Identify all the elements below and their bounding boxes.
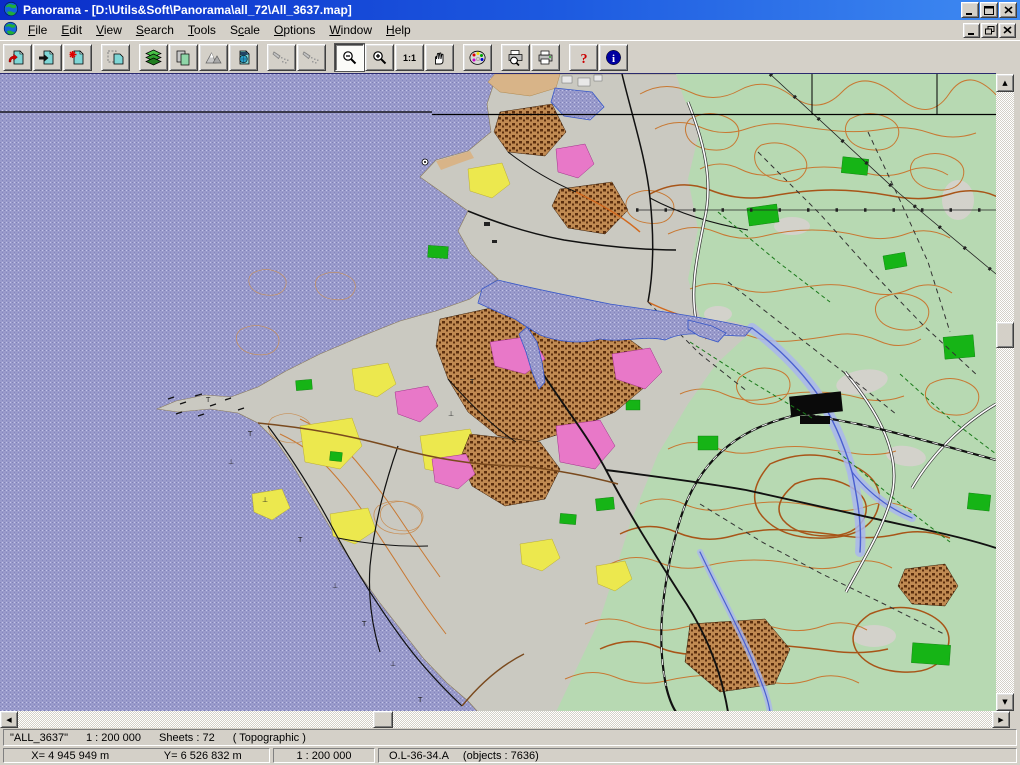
print-preview-button[interactable] <box>501 44 530 71</box>
scroll-down-button[interactable]: ▼ <box>996 693 1014 711</box>
highlight-object-button <box>267 44 296 71</box>
mdi-globe-icon[interactable] <box>3 21 18 39</box>
mdi-restore-button[interactable] <box>981 23 998 38</box>
scroll-up-button[interactable]: ▲ <box>996 74 1014 92</box>
menu-options[interactable]: Options <box>267 21 322 40</box>
toolbar-separator <box>131 45 139 70</box>
svg-text:⊥: ⊥ <box>228 458 234 466</box>
svg-text:⊥: ⊥ <box>332 582 338 590</box>
toolbar-separator <box>259 45 267 70</box>
layers-button[interactable] <box>139 44 168 71</box>
zoom-out-button[interactable] <box>335 44 364 71</box>
svg-text:⊥: ⊥ <box>390 660 396 668</box>
svg-text:T: T <box>417 696 423 704</box>
panorama-app: { "window": { "title": "Panorama - [D:\\… <box>0 0 1020 765</box>
menu-search[interactable]: Search <box>129 21 181 40</box>
pan-button[interactable] <box>425 44 454 71</box>
mdi-minimize-button[interactable] <box>963 23 980 38</box>
toolbar: 1:1? i <box>0 40 1020 73</box>
help-button[interactable]: ? <box>569 44 598 71</box>
minimize-button[interactable] <box>961 2 979 18</box>
svg-text:T: T <box>247 430 253 438</box>
open-site-button[interactable] <box>33 44 62 71</box>
highlight-all-button <box>297 44 326 71</box>
menu-scale[interactable]: Scale <box>223 21 267 40</box>
object-count: (objects : 7636) <box>463 750 539 762</box>
lighthouse-dot <box>424 161 426 163</box>
menu-bar: FileEditViewSearchToolsScaleOptionsWindo… <box>0 20 1020 40</box>
close-button[interactable] <box>999 2 1017 18</box>
relief-button[interactable] <box>199 44 228 71</box>
status-map-sheets: Sheets : 72 <box>159 732 215 744</box>
title-bar[interactable]: Panorama - [D:\Utils&Soft\Panorama\all_7… <box>0 0 1020 20</box>
paste-map-button[interactable] <box>101 44 130 71</box>
scale-1to1-button[interactable]: 1:1 <box>395 44 424 71</box>
toolbar-separator <box>327 45 335 70</box>
svg-text:T: T <box>205 396 211 404</box>
open-map-button[interactable] <box>3 44 32 71</box>
status-map-type: ( Topographic ) <box>233 732 306 744</box>
horizontal-scroll-thumb[interactable] <box>373 711 393 728</box>
svg-text:⊥: ⊥ <box>448 410 454 418</box>
zoom-in-button[interactable] <box>365 44 394 71</box>
toolbar-separator <box>493 45 501 70</box>
coordinate-y: Y= 6 526 832 m <box>164 750 242 762</box>
copy-map-button[interactable] <box>169 44 198 71</box>
map-canvas[interactable]: T ⊥ T ⊥ T ⊥ T ⊥ T ⊥ T <box>0 74 996 712</box>
mdi-window-buttons <box>962 23 1016 38</box>
svg-text:T: T <box>297 536 303 544</box>
horizontal-scrollbar[interactable]: ◀ ▶ <box>0 711 1010 728</box>
toolbar-separator <box>455 45 463 70</box>
maximize-button[interactable] <box>980 2 998 18</box>
scroll-right-button[interactable]: ▶ <box>992 711 1010 728</box>
mdi-close-button[interactable] <box>999 23 1016 38</box>
coordinate-x: X= 4 945 949 m <box>31 750 109 762</box>
status-bar-bottom: X= 4 945 949 m Y= 6 526 832 m 1 : 200 00… <box>0 747 1020 765</box>
svg-text:i: i <box>612 53 615 65</box>
vertical-scrollbar[interactable]: ▲ ▼ <box>996 74 1014 711</box>
menu-file[interactable]: File <box>21 21 54 40</box>
menu-edit[interactable]: Edit <box>54 21 89 40</box>
print-button[interactable] <box>531 44 560 71</box>
svg-text:T: T <box>469 378 475 386</box>
menu-tools[interactable]: Tools <box>181 21 223 40</box>
status-map-name: "ALL_3637" <box>10 732 68 744</box>
current-scale: 1 : 200 000 <box>296 750 351 762</box>
sheet-nomenclature: O.L-36-34.A <box>389 750 449 762</box>
sheet-panel: O.L-36-34.A (objects : 7636) <box>378 748 1017 763</box>
vertical-scroll-thumb[interactable] <box>996 322 1014 348</box>
palette-button[interactable] <box>463 44 492 71</box>
map-scheme-button[interactable] <box>229 44 258 71</box>
toolbar-separator <box>93 45 101 70</box>
menu-help[interactable]: Help <box>379 21 418 40</box>
about-button[interactable]: i <box>599 44 628 71</box>
status-bar-top: "ALL_3637" 1 : 200 000 Sheets : 72 ( Top… <box>0 728 1020 747</box>
scale-panel: 1 : 200 000 <box>273 748 375 763</box>
menu-items: FileEditViewSearchToolsScaleOptionsWindo… <box>21 21 418 40</box>
map-viewport[interactable]: T ⊥ T ⊥ T ⊥ T ⊥ T ⊥ T <box>0 73 996 712</box>
app-globe-icon <box>3 1 19 20</box>
svg-text:1:1: 1:1 <box>403 53 416 63</box>
menu-view[interactable]: View <box>89 21 129 40</box>
svg-text:?: ? <box>581 52 588 66</box>
window-buttons <box>960 2 1017 18</box>
svg-text:⊥: ⊥ <box>262 496 268 504</box>
window-title: Panorama - [D:\Utils&Soft\Panorama\all_7… <box>23 3 956 17</box>
toolbar-separator <box>561 45 569 70</box>
svg-text:T: T <box>361 620 367 628</box>
scroll-left-button[interactable]: ◀ <box>0 711 18 728</box>
map-info-panel: "ALL_3637" 1 : 200 000 Sheets : 72 ( Top… <box>3 729 1017 746</box>
status-map-scale: 1 : 200 000 <box>86 732 141 744</box>
scrollbar-corner <box>1010 711 1020 728</box>
menu-window[interactable]: Window <box>322 21 379 40</box>
coordinates-panel: X= 4 945 949 m Y= 6 526 832 m <box>3 748 270 763</box>
close-map-button[interactable] <box>63 44 92 71</box>
